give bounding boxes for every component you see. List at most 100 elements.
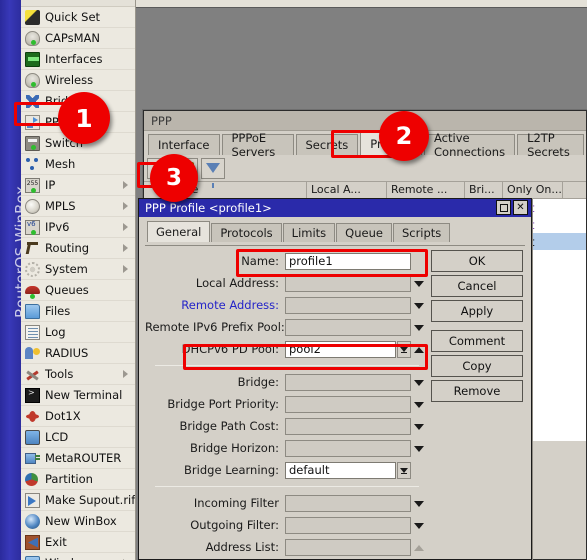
field-input-incoming-filter[interactable] bbox=[285, 494, 411, 512]
ppp-tab-active-connections[interactable]: Active Connections bbox=[424, 131, 516, 159]
menu-item-mpls[interactable]: MPLS bbox=[21, 196, 135, 217]
field-input-bridge-learning[interactable]: default bbox=[285, 461, 396, 479]
main-menu[interactable]: Quick SetCAPsMANInterfacesWirelessBridge… bbox=[21, 0, 136, 560]
form-row-address-list: Address List: bbox=[145, 536, 427, 558]
menu-item-radius[interactable]: RADIUS bbox=[21, 343, 135, 364]
field-input-bridge-horizon[interactable] bbox=[285, 439, 411, 457]
chevron-down-icon[interactable] bbox=[411, 299, 427, 312]
field-input-local-address[interactable] bbox=[285, 274, 411, 292]
ppp-column-header[interactable]: Remote ... bbox=[387, 182, 465, 198]
field-input-bridge[interactable] bbox=[285, 373, 411, 391]
menu-item-metarouter[interactable]: MetaROUTER bbox=[21, 448, 135, 469]
menu-item-label: Files bbox=[45, 304, 71, 318]
field-input-address-list[interactable] bbox=[285, 538, 411, 556]
terminal-icon bbox=[25, 387, 40, 403]
menu-item-lcd[interactable]: LCD bbox=[21, 427, 135, 448]
close-button[interactable]: ✕ bbox=[513, 200, 528, 215]
menu-item-tools[interactable]: Tools bbox=[21, 364, 135, 385]
dialog-tab-label: Protocols bbox=[220, 226, 273, 240]
menu-item-routing[interactable]: Routing bbox=[21, 238, 135, 259]
menu-item-label: New Terminal bbox=[45, 388, 123, 402]
ppp-tab-l2tp-secrets[interactable]: L2TP Secrets bbox=[517, 131, 584, 159]
antenna-icon bbox=[25, 72, 40, 88]
dialog-tab-label: General bbox=[156, 225, 202, 239]
field-input-remote-ipv6-prefix-pool[interactable] bbox=[285, 318, 411, 336]
ppp-tab-strip[interactable]: InterfacePPPoE ServersSecretsProfilesAct… bbox=[144, 131, 586, 159]
menu-top-strip bbox=[21, 0, 135, 7]
desktop-top-strip bbox=[136, 0, 587, 8]
menu-item-files[interactable]: Files bbox=[21, 301, 135, 322]
dialog-form-fields[interactable]: Name: profile1 Local Address: Remote Addres… bbox=[145, 250, 427, 558]
menu-item-system[interactable]: System bbox=[21, 259, 135, 280]
dropdown-spinner-icon[interactable] bbox=[397, 461, 411, 479]
field-input-name[interactable]: profile1 bbox=[285, 252, 411, 270]
menu-item-log[interactable]: Log bbox=[21, 322, 135, 343]
field-input-remote-address[interactable] bbox=[285, 296, 411, 314]
field-input-bridge-port-priority[interactable] bbox=[285, 395, 411, 413]
chevron-right-icon bbox=[123, 244, 128, 252]
chevron-down-icon[interactable] bbox=[411, 277, 427, 290]
chevron-down-icon[interactable] bbox=[411, 398, 427, 411]
field-input-dhcpv6-pd-pool[interactable]: pool2 bbox=[285, 340, 396, 358]
ppp-toolbar-filter-button[interactable] bbox=[201, 157, 225, 188]
dropdown-spinner-icon[interactable] bbox=[397, 340, 411, 358]
ppp-column-header-label: Only On... bbox=[507, 183, 562, 196]
dialog-tab-scripts[interactable]: Scripts bbox=[392, 223, 451, 242]
ppp-list-header[interactable]: NameLocal A...Remote ...Bri...Only On... bbox=[144, 182, 586, 199]
ppp-tab-secrets[interactable]: Secrets bbox=[295, 134, 359, 155]
menu-item-quick-set[interactable]: Quick Set bbox=[21, 7, 135, 28]
menu-item-interfaces[interactable]: Interfaces bbox=[21, 49, 135, 70]
menu-item-make-supout-rif[interactable]: Make Supout.rif bbox=[21, 490, 135, 511]
ok-button[interactable]: OK bbox=[431, 250, 523, 272]
menu-item-new-terminal[interactable]: New Terminal bbox=[21, 385, 135, 406]
copy-button[interactable]: Copy bbox=[431, 355, 523, 377]
ipv6-icon bbox=[25, 219, 40, 235]
chevron-up-icon[interactable] bbox=[411, 541, 427, 554]
field-label-remote-address[interactable]: Remote Address: bbox=[145, 298, 285, 312]
menu-item-partition[interactable]: Partition bbox=[21, 469, 135, 490]
field-input-bridge-path-cost[interactable] bbox=[285, 417, 411, 435]
menu-item-windows[interactable]: Windows bbox=[21, 553, 135, 560]
dialog-tab-protocols[interactable]: Protocols bbox=[211, 223, 282, 242]
ppp-tab-interface[interactable]: Interface bbox=[148, 134, 220, 155]
menu-item-queues[interactable]: Queues bbox=[21, 280, 135, 301]
ppp-column-header[interactable]: Only On... bbox=[503, 182, 563, 198]
ppp-column-header[interactable]: Local A... bbox=[307, 182, 387, 198]
dialog-tab-general[interactable]: General bbox=[147, 221, 211, 242]
menu-item-mesh[interactable]: Mesh bbox=[21, 154, 135, 175]
dialog-button-column[interactable]: OK Cancel Apply Comment Copy Remove bbox=[431, 250, 523, 405]
dialog-tab-limits[interactable]: Limits bbox=[282, 223, 336, 242]
cancel-button[interactable]: Cancel bbox=[431, 275, 523, 297]
menu-item-exit[interactable]: Exit bbox=[21, 532, 135, 553]
new-winbox-icon bbox=[25, 513, 40, 529]
ppp-profile-dialog[interactable]: PPP Profile <profile1> ✕ General Protocol… bbox=[138, 198, 532, 560]
dialog-tab-label: Limits bbox=[291, 226, 327, 240]
dialog-window-controls[interactable]: ✕ bbox=[496, 200, 528, 215]
interfaces-icon bbox=[25, 51, 40, 67]
menu-item-ipv6[interactable]: IPv6 bbox=[21, 217, 135, 238]
menu-item-capsman[interactable]: CAPsMAN bbox=[21, 28, 135, 49]
remove-button[interactable]: Remove bbox=[431, 380, 523, 402]
maximize-button[interactable] bbox=[496, 200, 511, 215]
menu-item-ip[interactable]: IP bbox=[21, 175, 135, 196]
chevron-down-icon[interactable] bbox=[411, 442, 427, 455]
ppp-tab-pppoe-servers[interactable]: PPPoE Servers bbox=[221, 131, 294, 159]
menu-item-new-winbox[interactable]: New WinBox bbox=[21, 511, 135, 532]
comment-button[interactable]: Comment bbox=[431, 330, 523, 352]
chevron-down-icon[interactable] bbox=[411, 497, 427, 510]
ppp-column-header[interactable]: Bri... bbox=[465, 182, 503, 198]
menu-item-wireless[interactable]: Wireless bbox=[21, 70, 135, 91]
dialog-tab-queue[interactable]: Queue bbox=[336, 223, 392, 242]
chevron-down-icon[interactable] bbox=[411, 376, 427, 389]
dialog-tab-strip[interactable]: General Protocols Limits Queue Scripts bbox=[139, 220, 531, 242]
chevron-down-icon[interactable] bbox=[411, 420, 427, 433]
apply-button[interactable]: Apply bbox=[431, 300, 523, 322]
lcd-icon bbox=[25, 429, 40, 445]
ppp-toolbar[interactable] bbox=[144, 155, 586, 188]
chevron-down-icon[interactable] bbox=[411, 321, 427, 334]
menu-item-dot1x[interactable]: Dot1X bbox=[21, 406, 135, 427]
chevron-up-icon[interactable] bbox=[411, 343, 427, 356]
field-input-outgoing-filter[interactable] bbox=[285, 516, 411, 534]
chevron-down-icon[interactable] bbox=[411, 519, 427, 532]
field-label-bridge: Bridge: bbox=[237, 375, 279, 389]
